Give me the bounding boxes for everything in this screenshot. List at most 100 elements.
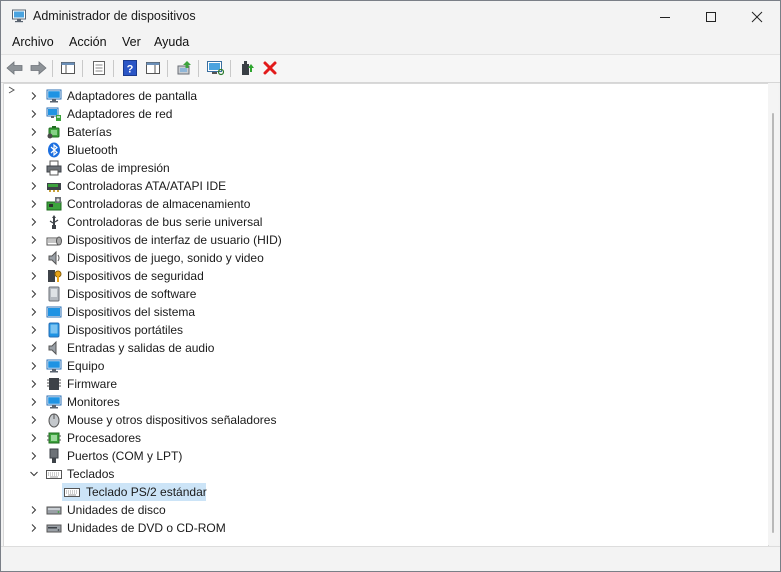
chevron-right-icon[interactable] bbox=[29, 343, 39, 353]
scrollbar-thumb[interactable] bbox=[772, 113, 774, 533]
chevron-right-icon[interactable] bbox=[29, 235, 39, 245]
port-icon bbox=[49, 448, 59, 463]
chevron-right-icon[interactable] bbox=[29, 253, 39, 263]
status-bar bbox=[1, 546, 780, 571]
chevron-right-icon[interactable] bbox=[29, 379, 39, 389]
tree-category-item[interactable]: Dispositivos de seguridad bbox=[4, 267, 744, 285]
add-legacy-hardware-button[interactable] bbox=[238, 59, 256, 77]
chevron-right-icon[interactable] bbox=[29, 199, 39, 209]
tree-category-item[interactable]: Dispositivos de interfaz de usuario (HID… bbox=[4, 231, 744, 249]
scan-hardware-changes-button[interactable] bbox=[206, 59, 224, 77]
menu-accion[interactable]: Acción bbox=[69, 35, 107, 49]
chevron-right-icon[interactable] bbox=[29, 307, 39, 317]
tree-category-item[interactable]: Dispositivos portátiles bbox=[4, 321, 744, 339]
enable-device-icon bbox=[242, 61, 254, 75]
properties-icon bbox=[93, 61, 105, 75]
help-button[interactable]: ? bbox=[121, 59, 139, 77]
tree-category-item[interactable]: Adaptadores de red bbox=[4, 105, 744, 123]
tree-label-puertos-com-y-lpt: Puertos (COM y LPT) bbox=[67, 449, 183, 463]
tree-label-dispositivos-de-juego-sonido-y-video: Dispositivos de juego, sonido y video bbox=[67, 251, 264, 265]
tree-label-mouse-y-otros-dispositivos-senaladores: Mouse y otros dispositivos señaladores bbox=[67, 413, 277, 427]
tree-label-entradas-y-salidas-de-audio: Entradas y salidas de audio bbox=[67, 341, 215, 355]
tree-category-item[interactable]: Unidades de DVD o CD-ROM bbox=[4, 519, 744, 537]
show-hide-console-tree-button[interactable] bbox=[59, 59, 77, 77]
processor-icon bbox=[47, 432, 61, 444]
close-icon bbox=[751, 11, 763, 22]
tree-label-procesadores: Procesadores bbox=[67, 431, 142, 445]
scan-hardware-icon bbox=[207, 61, 224, 76]
audio-io-icon bbox=[48, 340, 57, 356]
battery-icon bbox=[47, 126, 60, 139]
tree-category-item[interactable]: Entradas y salidas de audio bbox=[4, 339, 744, 357]
tree-category-item[interactable]: Firmware bbox=[4, 375, 744, 393]
tree-category-item[interactable]: Dispositivos del sistema bbox=[4, 303, 744, 321]
chevron-right-icon[interactable] bbox=[29, 433, 39, 443]
action-pane-icon bbox=[146, 62, 160, 74]
tree-category-item[interactable]: Bluetooth bbox=[4, 141, 744, 159]
back-button[interactable] bbox=[6, 59, 24, 77]
chevron-right-icon[interactable] bbox=[29, 415, 39, 425]
chevron-right-icon[interactable] bbox=[29, 523, 39, 533]
tree-category-item[interactable]: Controladoras de bus serie universal bbox=[4, 213, 744, 231]
menu-ayuda[interactable]: Ayuda bbox=[154, 35, 189, 49]
monitor-icon bbox=[46, 395, 62, 409]
close-button[interactable] bbox=[734, 1, 780, 32]
tree-category-item[interactable]: Colas de impresión bbox=[4, 159, 744, 177]
tree-category-item[interactable]: Equipo bbox=[4, 357, 744, 375]
chevron-right-icon[interactable] bbox=[29, 271, 39, 281]
tree-category-item[interactable]: Controladoras de almacenamiento bbox=[4, 195, 744, 213]
tree-category-item[interactable]: Mouse y otros dispositivos señaladores bbox=[4, 411, 744, 429]
chevron-right-icon[interactable] bbox=[29, 145, 39, 155]
chevron-right-icon[interactable] bbox=[29, 109, 39, 119]
tree-category-item[interactable]: Dispositivos de juego, sonido y video bbox=[4, 249, 744, 267]
tree-label-dispositivos-del-sistema: Dispositivos del sistema bbox=[67, 305, 196, 319]
update-driver-icon bbox=[177, 61, 191, 75]
tree-category-item[interactable]: Teclados bbox=[4, 465, 744, 483]
uninstall-device-button[interactable] bbox=[261, 59, 279, 77]
chevron-right-icon[interactable] bbox=[29, 181, 39, 191]
show-action-pane-button[interactable] bbox=[144, 59, 162, 77]
title-bar[interactable]: Administrador de dispositivos bbox=[1, 1, 780, 32]
chevron-down-icon[interactable] bbox=[29, 469, 39, 479]
bluetooth-icon bbox=[48, 142, 60, 158]
minimize-icon bbox=[660, 16, 670, 18]
tree-category-item[interactable]: Adaptadores de pantalla bbox=[4, 87, 744, 105]
vertical-scrollbar[interactable] bbox=[768, 83, 778, 545]
tree-label-equipo: Equipo bbox=[67, 359, 105, 373]
chevron-right-icon[interactable] bbox=[29, 397, 39, 407]
network-icon bbox=[46, 107, 61, 121]
tree-label-dispositivos-de-interfaz-de-usuario-hid: Dispositivos de interfaz de usuario (HID… bbox=[67, 233, 282, 247]
maximize-button[interactable] bbox=[688, 1, 734, 32]
tree-category-item[interactable]: Puertos (COM y LPT) bbox=[4, 447, 744, 465]
tree-category-item[interactable]: Unidades de disco bbox=[4, 501, 744, 519]
menu-archivo[interactable]: Archivo bbox=[12, 35, 54, 49]
tree-category-item[interactable]: Baterías bbox=[4, 123, 744, 141]
chevron-right-icon[interactable] bbox=[29, 91, 39, 101]
properties-button[interactable] bbox=[90, 59, 108, 77]
update-driver-button[interactable] bbox=[175, 59, 193, 77]
chevron-right-icon[interactable] bbox=[29, 217, 39, 227]
tree-category-item[interactable]: Dispositivos de software bbox=[4, 285, 744, 303]
chevron-right-icon[interactable] bbox=[29, 325, 39, 335]
tree-category-item[interactable]: Procesadores bbox=[4, 429, 744, 447]
chevron-right-icon[interactable] bbox=[29, 163, 39, 173]
chevron-right-icon[interactable] bbox=[29, 451, 39, 461]
tree-category-item[interactable]: Monitores bbox=[4, 393, 744, 411]
tree-label-adaptadores-de-pantalla: Adaptadores de pantalla bbox=[67, 89, 198, 103]
tree-child-item[interactable]: Teclado PS/2 estándar bbox=[4, 483, 744, 501]
help-icon: ? bbox=[123, 60, 137, 76]
toolbar-separator bbox=[167, 60, 168, 77]
forward-button[interactable] bbox=[29, 59, 47, 77]
toolbar: ? bbox=[1, 54, 780, 83]
chevron-right-icon[interactable] bbox=[29, 289, 39, 299]
tree-label-dispositivos-portatiles: Dispositivos portátiles bbox=[67, 323, 184, 337]
chevron-right-icon[interactable] bbox=[29, 361, 39, 371]
chevron-right-icon[interactable] bbox=[29, 505, 39, 515]
menu-ver[interactable]: Ver bbox=[122, 35, 141, 49]
chevron-right-icon[interactable] bbox=[29, 127, 39, 137]
device-tree[interactable]: Adaptadores de pantalla Adaptadores de re… bbox=[3, 83, 769, 547]
toolbar-separator bbox=[230, 60, 231, 77]
tree-category-item[interactable]: Controladoras ATA/ATAPI IDE bbox=[4, 177, 744, 195]
tree-label-monitores: Monitores bbox=[67, 395, 120, 409]
minimize-button[interactable] bbox=[642, 1, 688, 32]
